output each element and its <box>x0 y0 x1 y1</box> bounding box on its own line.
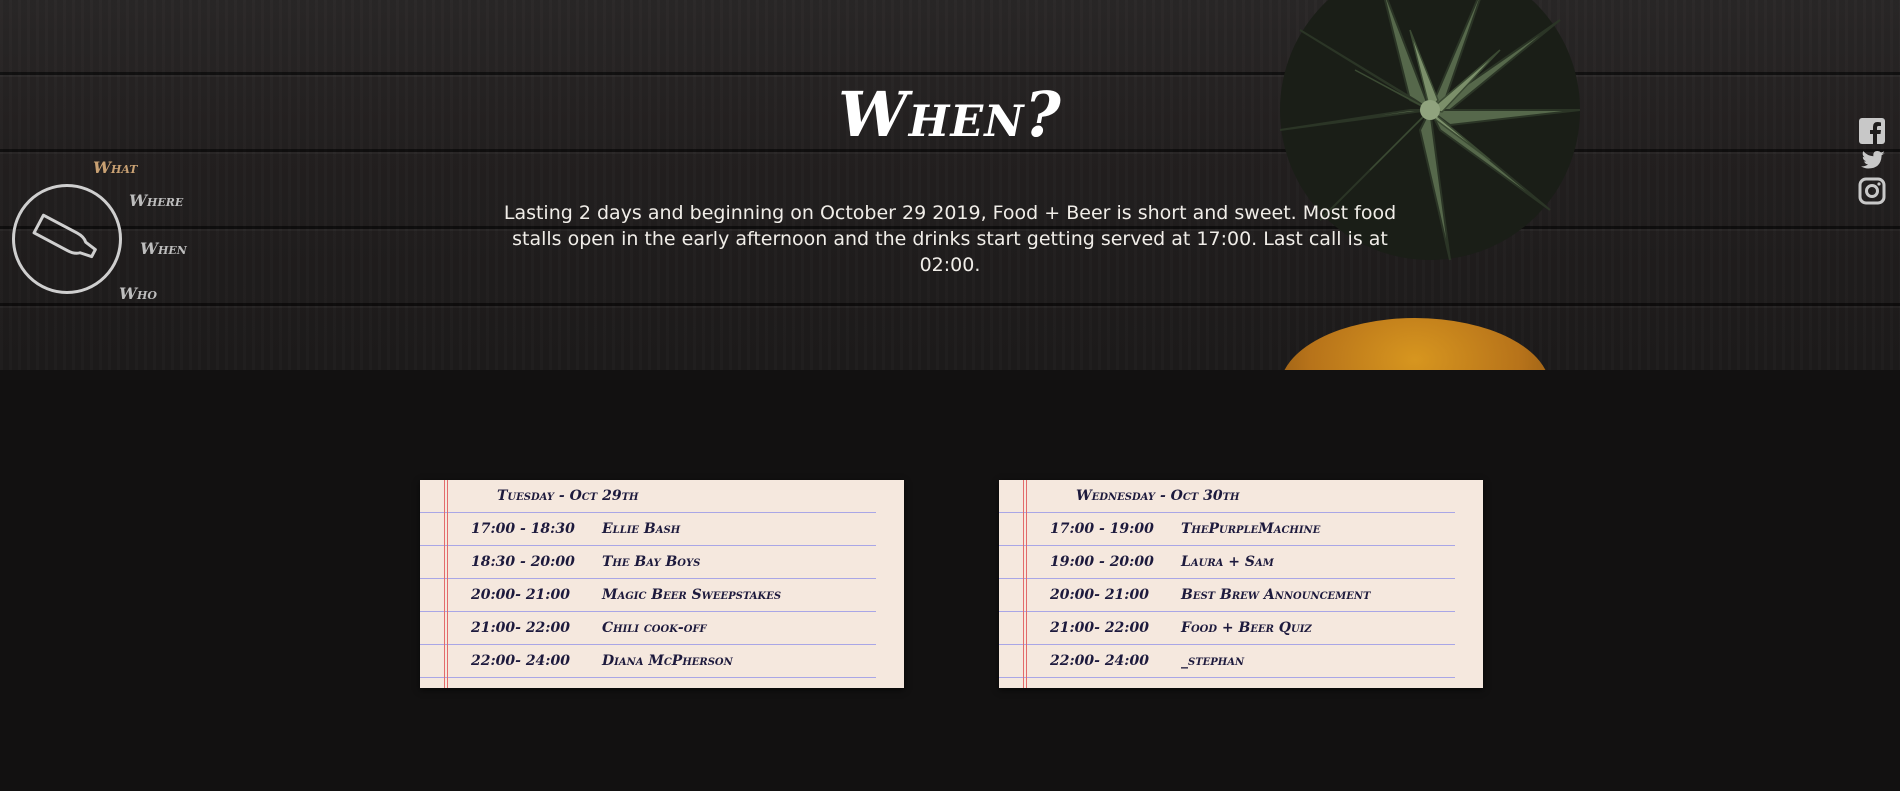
schedule-row: 22:00- 24:00 _stephan <box>999 645 1455 678</box>
nav-item-who[interactable]: Who <box>119 284 157 303</box>
schedule-act: Best Brew Announcement <box>1181 587 1371 603</box>
nav-item-what[interactable]: What <box>93 158 137 177</box>
schedule-time: 20:00- 21:00 <box>1050 587 1149 603</box>
schedule-act: Food + Beer Quiz <box>1181 620 1312 636</box>
schedule-row: 20:00- 21:00 Magic Beer Sweepstakes <box>420 579 876 612</box>
facebook-icon[interactable] <box>1858 117 1886 145</box>
schedule-row: 18:30 - 20:00 The Bay Boys <box>420 546 876 579</box>
schedule-day-title: Tuesday - Oct 29th <box>497 488 639 504</box>
schedule-day-title: Wednesday - Oct 30th <box>1076 488 1240 504</box>
pumpkin-image <box>1280 318 1550 370</box>
schedule-act: Ellie Bash <box>602 521 681 537</box>
nav-item-when[interactable]: When <box>140 239 187 258</box>
schedule-row: 22:00- 24:00 Diana McPherson <box>420 645 876 678</box>
page-title: When? <box>838 78 1062 151</box>
beer-bottle-icon <box>32 213 97 259</box>
schedule-time: 19:00 - 20:00 <box>1050 554 1154 570</box>
schedule-time: 22:00- 24:00 <box>1050 653 1149 669</box>
schedule-act: Chili cook-off <box>602 620 707 636</box>
twitter-icon[interactable] <box>1858 147 1886 175</box>
bottle-logo[interactable] <box>12 184 122 294</box>
schedule-row: 17:00 - 19:00 ThePurpleMachine <box>999 513 1455 546</box>
schedule-act: ThePurpleMachine <box>1181 521 1321 537</box>
schedule-time: 20:00- 21:00 <box>471 587 570 603</box>
schedule-row: 17:00 - 18:30 Ellie Bash <box>420 513 876 546</box>
schedule-time: 21:00- 22:00 <box>1050 620 1149 636</box>
schedule-act: _stephan <box>1181 653 1245 669</box>
schedule-act: Laura + Sam <box>1181 554 1274 570</box>
schedule-act: The Bay Boys <box>602 554 701 570</box>
schedule-act: Diana McPherson <box>602 653 733 669</box>
schedule-time: 17:00 - 18:30 <box>471 521 575 537</box>
schedule-card-wednesday: Wednesday - Oct 30th 17:00 - 19:00 ThePu… <box>999 480 1483 688</box>
schedule-time: 22:00- 24:00 <box>471 653 570 669</box>
schedule-time: 18:30 - 20:00 <box>471 554 575 570</box>
schedule-time: 17:00 - 19:00 <box>1050 521 1154 537</box>
instagram-icon[interactable] <box>1858 177 1886 205</box>
schedule-time: 21:00- 22:00 <box>471 620 570 636</box>
nav-item-where[interactable]: Where <box>129 191 183 210</box>
schedule-act: Magic Beer Sweepstakes <box>602 587 782 603</box>
schedule-row: 20:00- 21:00 Best Brew Announcement <box>999 579 1455 612</box>
schedule-row: 19:00 - 20:00 Laura + Sam <box>999 546 1455 579</box>
hero-section: When? Lasting 2 days and beginning on Oc… <box>0 0 1900 370</box>
event-description: Lasting 2 days and beginning on October … <box>503 202 1397 276</box>
schedule-row: 21:00- 22:00 Food + Beer Quiz <box>999 612 1455 645</box>
schedule-card-tuesday: Tuesday - Oct 29th 17:00 - 18:30 Ellie B… <box>420 480 904 688</box>
schedule-row: 21:00- 22:00 Chili cook-off <box>420 612 876 645</box>
